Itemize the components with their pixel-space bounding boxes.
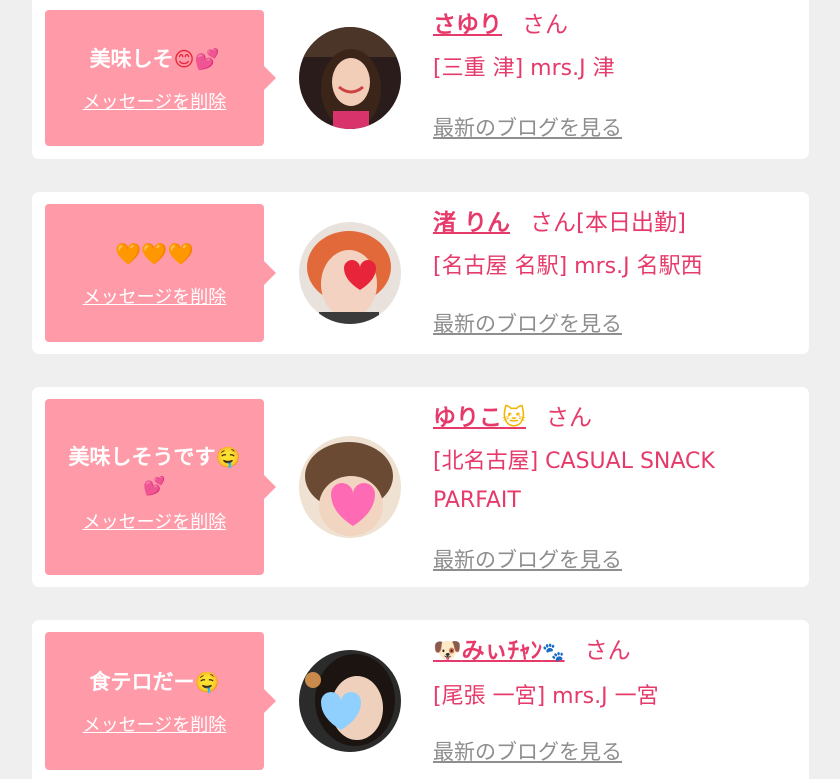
dog-icon: 🐶 xyxy=(433,638,462,664)
message-card: 美味しそ😊💕 メッセージを削除 さゆり さん [三重 津] mrs.J 津 最新の… xyxy=(32,0,809,159)
avatar[interactable] xyxy=(299,222,401,324)
honorific: さん[本日出勤] xyxy=(530,210,686,236)
profile-name-link[interactable]: ゆりこ🐱 xyxy=(433,405,526,431)
message-text: 美味しそうです🤤 xyxy=(68,445,241,469)
emoji-icon: 😊💕 xyxy=(173,47,220,71)
delete-message-link[interactable]: メッセージを削除 xyxy=(83,283,227,309)
emoji-icon: 💕 xyxy=(143,476,166,497)
honorific: さん xyxy=(522,12,568,38)
message-bubble: 美味しそ😊💕 メッセージを削除 xyxy=(45,10,276,146)
message-card: 食テロだー🤤 メッセージを削除 🐶みぃﾁｬﾝ🐾 さん [尾張 一宮] mrs.J … xyxy=(32,620,809,779)
message-card: 🧡🧡🧡 メッセージを削除 渚 りん さん[本日出勤] [名古屋 名駅] mrs.J… xyxy=(32,192,809,354)
message-list: 美味しそ😊💕 メッセージを削除 さゆり さん [三重 津] mrs.J 津 最新の… xyxy=(0,0,840,779)
profile-name-link[interactable]: 🐶みぃﾁｬﾝ🐾 xyxy=(433,638,565,664)
shop-label: [名古屋 名駅] mrs.J 名駅西 xyxy=(433,254,703,279)
profile-name-link[interactable]: 渚 りん xyxy=(433,210,510,236)
emoji-icon: 🤤 xyxy=(215,445,241,469)
profile-info: 渚 りん さん[本日出勤] [名古屋 名駅] mrs.J 名駅西 最新のブログを見… xyxy=(433,208,789,336)
message-bubble: 食テロだー🤤 メッセージを削除 xyxy=(45,632,276,770)
paw-icon: 🐾 xyxy=(542,642,565,663)
shop-label: [尾張 一宮] mrs.J 一宮 xyxy=(433,684,659,709)
message-text: 食テロだー🤤 xyxy=(89,670,220,694)
avatar[interactable] xyxy=(299,27,401,129)
profile-info: ゆりこ🐱 さん [北名古屋] CASUAL SNACK PARFAIT 最新のブロ… xyxy=(433,403,789,572)
honorific: さん xyxy=(545,405,592,431)
profile-info: 🐶みぃﾁｬﾝ🐾 さん [尾張 一宮] mrs.J 一宮 最新のブログを見る xyxy=(433,636,789,764)
message-text: 美味しそ😊💕 xyxy=(89,47,220,71)
avatar[interactable] xyxy=(299,650,401,752)
latest-blog-link[interactable]: 最新のブログを見る xyxy=(433,736,622,766)
latest-blog-link[interactable]: 最新のブログを見る xyxy=(433,544,622,574)
latest-blog-link[interactable]: 最新のブログを見る xyxy=(433,308,622,338)
profile-info: さゆり さん [三重 津] mrs.J 津 最新のブログを見る xyxy=(433,10,789,140)
latest-blog-link[interactable]: 最新のブログを見る xyxy=(433,112,622,142)
honorific: さん xyxy=(584,638,631,664)
delete-message-link[interactable]: メッセージを削除 xyxy=(83,88,227,114)
delete-message-link[interactable]: メッセージを削除 xyxy=(83,508,227,534)
message-card: 美味しそうです🤤 💕 メッセージを削除 ゆりこ🐱 さん [北名古屋] CASUAL… xyxy=(32,387,809,587)
cat-icon: 🐱 xyxy=(502,405,526,431)
delete-message-link[interactable]: メッセージを削除 xyxy=(83,711,227,737)
message-bubble: 美味しそうです🤤 💕 メッセージを削除 xyxy=(45,399,276,575)
message-bubble: 🧡🧡🧡 メッセージを削除 xyxy=(45,204,276,342)
message-text: 🧡🧡🧡 xyxy=(115,242,194,266)
avatar[interactable] xyxy=(299,436,401,538)
emoji-icon: 🤤 xyxy=(194,670,220,694)
shop-label: [北名古屋] CASUAL SNACK PARFAIT xyxy=(433,449,715,513)
shop-label: [三重 津] mrs.J 津 xyxy=(433,56,615,81)
profile-name-link[interactable]: さゆり xyxy=(433,12,502,38)
